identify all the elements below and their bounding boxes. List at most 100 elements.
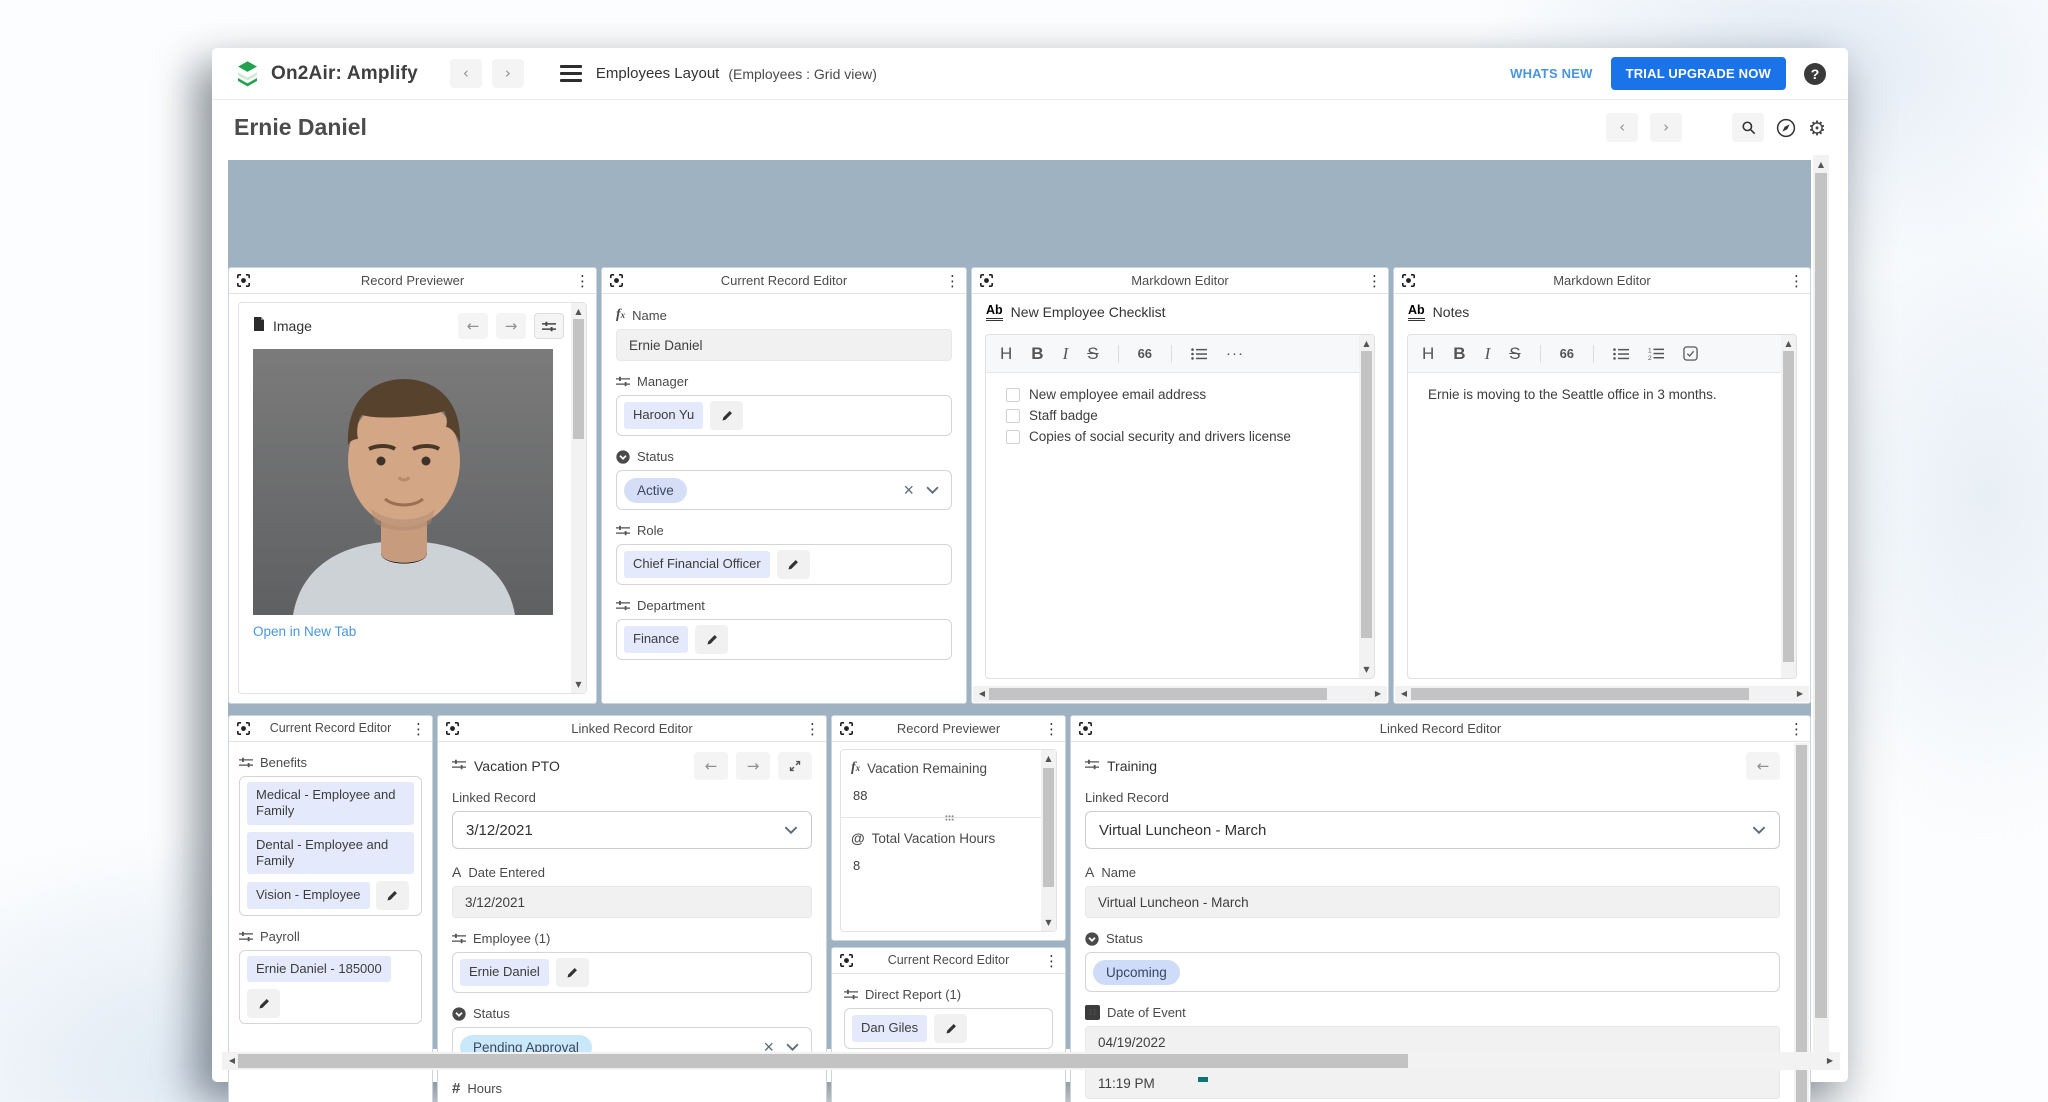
edit-pencil-icon[interactable] xyxy=(777,550,810,579)
editor-scrollbar-vertical[interactable]: ▲ ▼ xyxy=(1359,335,1374,678)
panel-menu-icon[interactable]: ⋮ xyxy=(1789,718,1804,740)
scroll-down-icon[interactable]: ▼ xyxy=(571,680,586,689)
scrollbar-thumb[interactable] xyxy=(1815,173,1827,1018)
scrollbar-thumb[interactable] xyxy=(1043,768,1054,887)
strikethrough-button[interactable]: S xyxy=(1509,344,1520,364)
linked-record-select[interactable]: 3/12/2021 xyxy=(452,811,812,849)
scrollbar-thumb[interactable] xyxy=(1361,351,1372,638)
open-in-new-tab-link[interactable]: Open in New Tab xyxy=(253,624,356,639)
whats-new-link[interactable]: WHATS NEW xyxy=(1510,66,1592,81)
chevron-down-icon[interactable] xyxy=(786,1043,799,1052)
panel-scrollbar-horizontal[interactable]: ◀ ▶ xyxy=(1395,686,1809,702)
numbered-list-button[interactable]: 12 xyxy=(1648,347,1664,360)
checkbox-unchecked-icon[interactable] xyxy=(1006,430,1020,444)
benefits-field[interactable]: Medical - Employee and Family Dental - E… xyxy=(239,776,422,916)
payroll-field[interactable]: Ernie Daniel - 185000 xyxy=(239,950,422,1024)
manager-field[interactable]: Haroon Yu xyxy=(616,395,952,436)
department-field[interactable]: Finance xyxy=(616,619,952,660)
quote-button[interactable]: 66 xyxy=(1138,346,1152,361)
scrollbar-thumb[interactable] xyxy=(1796,745,1807,1102)
panel-menu-icon[interactable]: ⋮ xyxy=(1789,270,1804,292)
bullet-list-button[interactable] xyxy=(1191,348,1207,360)
edit-pencil-icon[interactable] xyxy=(934,1014,967,1043)
heading-button[interactable]: H xyxy=(1000,344,1012,364)
scroll-right-icon[interactable]: ▶ xyxy=(1793,686,1807,702)
main-scrollbar-vertical[interactable]: ▲ ▼ xyxy=(1813,155,1829,1070)
scroll-up-icon[interactable]: ▲ xyxy=(1813,160,1829,169)
next-linked-record-button[interactable]: → xyxy=(736,752,770,780)
scrollbar-thumb[interactable] xyxy=(238,1054,1408,1068)
bold-button[interactable]: B xyxy=(1453,344,1465,364)
scrollbar-thumb[interactable] xyxy=(989,688,1327,700)
scrollbar-thumb[interactable] xyxy=(573,319,584,439)
panel-scrollbar-vertical[interactable]: ▼ xyxy=(1794,743,1809,1102)
panel-menu-icon[interactable]: ⋮ xyxy=(575,270,590,292)
field-divider[interactable] xyxy=(841,817,1056,818)
employee-field[interactable]: Ernie Daniel xyxy=(452,952,812,993)
edit-pencil-icon[interactable] xyxy=(247,989,280,1018)
strikethrough-button[interactable]: S xyxy=(1087,344,1098,364)
scroll-up-icon[interactable]: ▲ xyxy=(1359,339,1374,348)
settings-gear-icon[interactable]: ⚙ xyxy=(1808,116,1826,140)
status-field[interactable]: Active × xyxy=(616,470,952,510)
edit-pencil-icon[interactable] xyxy=(556,958,589,987)
edit-pencil-icon[interactable] xyxy=(376,881,409,910)
next-attachment-button[interactable]: → xyxy=(496,313,526,339)
scrollbar-thumb[interactable] xyxy=(1411,688,1749,700)
name-field-value[interactable]: Ernie Daniel xyxy=(616,329,952,361)
attachment-options-icon[interactable] xyxy=(534,313,564,339)
heading-button[interactable]: H xyxy=(1422,344,1434,364)
panel-menu-icon[interactable]: ⋮ xyxy=(805,718,820,740)
previous-linked-record-button[interactable]: ← xyxy=(1746,752,1780,780)
previous-record-button[interactable]: ‹ xyxy=(1606,113,1638,142)
direct-report-field[interactable]: Dan Giles xyxy=(844,1008,1053,1049)
italic-button[interactable]: I xyxy=(1063,344,1069,364)
panel-menu-icon[interactable]: ⋮ xyxy=(1044,950,1059,972)
main-scrollbar-horizontal[interactable]: ◀ ▶ xyxy=(222,1052,1840,1070)
italic-button[interactable]: I xyxy=(1485,344,1491,364)
edit-pencil-icon[interactable] xyxy=(695,625,728,654)
status-field[interactable]: Upcoming xyxy=(1085,952,1780,992)
scrollbar-thumb[interactable] xyxy=(1783,351,1794,662)
bold-button[interactable]: B xyxy=(1031,344,1043,364)
scroll-left-icon[interactable]: ◀ xyxy=(975,686,989,702)
scroll-right-icon[interactable]: ▶ xyxy=(1823,1052,1837,1070)
trial-upgrade-button[interactable]: TRIAL UPGRADE NOW xyxy=(1611,57,1786,90)
explore-compass-icon[interactable] xyxy=(1776,118,1796,138)
linked-record-select[interactable]: Virtual Luncheon - March xyxy=(1085,811,1780,849)
panel-menu-icon[interactable]: ⋮ xyxy=(1044,718,1059,740)
resize-handle-dot[interactable] xyxy=(1198,1077,1208,1082)
scroll-left-icon[interactable]: ◀ xyxy=(1397,686,1411,702)
previous-attachment-button[interactable]: ← xyxy=(458,313,488,339)
panel-menu-icon[interactable]: ⋮ xyxy=(945,270,960,292)
previewer-scrollbar-vertical[interactable]: ▲ ▼ xyxy=(1041,750,1056,931)
checkbox-unchecked-icon[interactable] xyxy=(1006,409,1020,423)
panel-menu-icon[interactable]: ⋮ xyxy=(1367,270,1382,292)
scroll-down-icon[interactable]: ▼ xyxy=(1359,665,1374,674)
clear-value-icon[interactable]: × xyxy=(903,481,914,499)
scroll-up-icon[interactable]: ▲ xyxy=(571,307,586,316)
nav-back-button[interactable]: ‹ xyxy=(450,59,482,88)
editor-scrollbar-vertical[interactable]: ▲ xyxy=(1781,335,1796,678)
help-icon[interactable]: ? xyxy=(1804,63,1826,85)
next-record-button[interactable]: › xyxy=(1650,113,1682,142)
checklist-button[interactable] xyxy=(1683,346,1698,361)
menu-icon[interactable] xyxy=(560,65,582,82)
scroll-left-icon[interactable]: ◀ xyxy=(225,1052,239,1070)
role-field[interactable]: Chief Financial Officer xyxy=(616,544,952,585)
nav-forward-button[interactable]: › xyxy=(492,59,524,88)
edit-pencil-icon[interactable] xyxy=(710,401,743,430)
notes-content[interactable]: Ernie is moving to the Seattle office in… xyxy=(1408,373,1781,678)
previewer-scrollbar-vertical[interactable]: ▲ ▼ xyxy=(571,303,586,693)
bullet-list-button[interactable] xyxy=(1613,348,1629,360)
scroll-up-icon[interactable]: ▲ xyxy=(1781,339,1796,348)
chevron-down-icon[interactable] xyxy=(926,486,939,495)
checklist-content[interactable]: New employee email address Staff badge C… xyxy=(986,373,1359,678)
quote-button[interactable]: 66 xyxy=(1560,346,1574,361)
scroll-up-icon[interactable]: ▲ xyxy=(1041,754,1056,763)
more-tools-button[interactable]: ··· xyxy=(1226,345,1244,362)
panel-scrollbar-horizontal[interactable]: ◀ ▶ xyxy=(973,686,1387,702)
search-button[interactable] xyxy=(1732,113,1764,142)
expand-record-icon[interactable] xyxy=(778,752,812,780)
checkbox-unchecked-icon[interactable] xyxy=(1006,388,1020,402)
